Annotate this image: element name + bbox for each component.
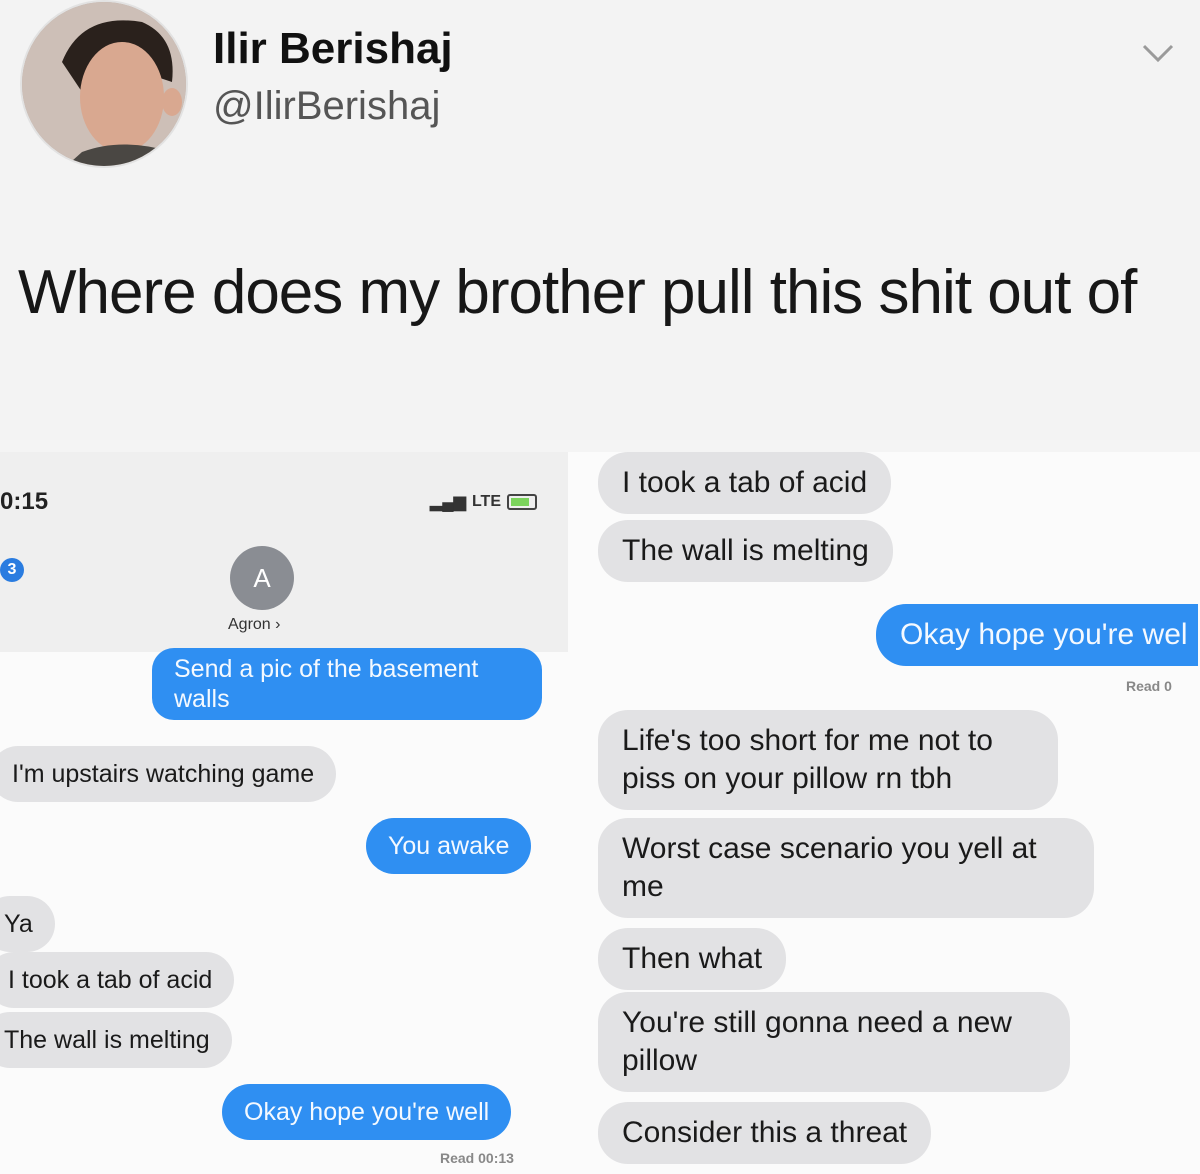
contact-name[interactable]: Agron › [228, 616, 280, 634]
message-bubble-sent: Okay hope you're wel [876, 604, 1198, 666]
message-bubble-received: Consider this a threat [598, 1102, 932, 1164]
avatar[interactable] [20, 0, 188, 168]
status-bar: 0:15 ▂▄▆ LTE 3 A Agron › [0, 452, 568, 652]
message-bubble-sent: Okay hope you're well [222, 1084, 512, 1140]
message-bubble-sent: You awake [366, 818, 532, 874]
tweet-header: Ilir Berishaj @IlirBerishaj Where does m… [0, 0, 1200, 440]
network-label: LTE [471, 493, 501, 510]
read-receipt: Read 00:13 [440, 1150, 514, 1166]
status-time: 0:15 [0, 488, 49, 515]
message-bubble-received: Life's too short for me not to piss on y… [598, 710, 1058, 810]
message-bubble-received: Then what [598, 928, 787, 990]
chevron-down-icon[interactable] [1140, 40, 1176, 68]
message-bubble-received: The wall is melting [0, 1012, 232, 1068]
message-bubble-received: I took a tab of acid [0, 952, 235, 1008]
back-badge[interactable]: 3 [0, 558, 24, 582]
status-indicators: ▂▄▆ LTE [430, 492, 537, 512]
message-bubble-received: The wall is melting [598, 520, 893, 582]
author-name[interactable]: Ilir Berishaj [213, 24, 453, 74]
message-bubble-received: I took a tab of acid [598, 452, 892, 514]
tweet-text: Where does my brother pull this shit out… [18, 258, 1137, 327]
right-conversation: I took a tab of acid The wall is melting… [578, 452, 1200, 1174]
embedded-screenshot: 0:15 ▂▄▆ LTE 3 A Agron › Send a pic of t… [0, 452, 1200, 1174]
read-receipt: Read 0 [1126, 678, 1172, 694]
author-handle[interactable]: @IlirBerishaj [213, 84, 440, 129]
profile-photo [22, 2, 186, 166]
left-conversation: 0:15 ▂▄▆ LTE 3 A Agron › Send a pic of t… [0, 452, 570, 1174]
message-bubble-sent: Send a pic of the basement walls [152, 648, 542, 720]
message-bubble-received: I'm upstairs watching game [0, 746, 337, 802]
message-bubble-received: You're still gonna need a new pillow [598, 992, 1070, 1092]
message-bubble-received: Ya [0, 896, 55, 952]
signal-icon: ▂▄▆ [430, 494, 466, 511]
message-bubble-received: Worst case scenario you yell at me [598, 818, 1094, 918]
contact-avatar[interactable]: A [230, 546, 294, 610]
battery-icon [506, 494, 537, 510]
